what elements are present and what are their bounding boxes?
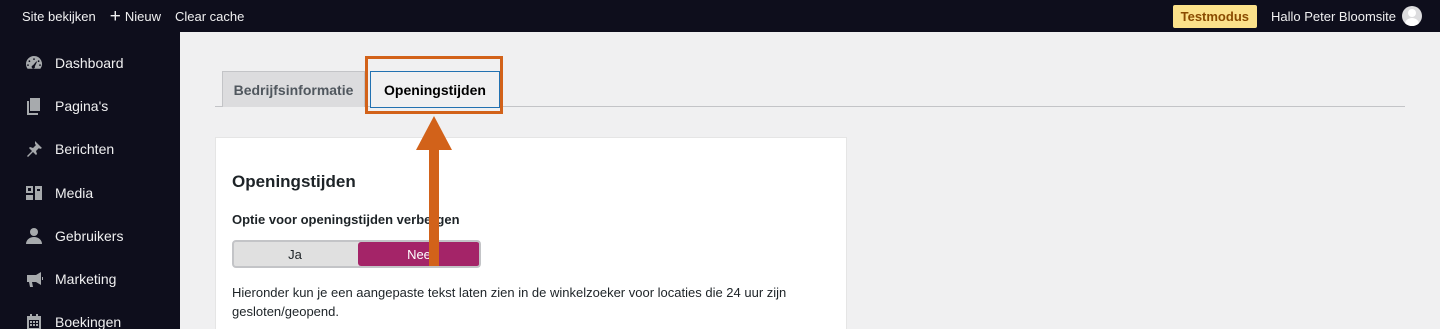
- hide-opening-hours-toggle: Ja Nee: [232, 240, 481, 268]
- admin-bar: Site bekijken + Nieuw Clear cache Testmod…: [0, 0, 1440, 32]
- tab-highlight-box: [365, 56, 503, 114]
- sidebar-item-label: Gebruikers: [55, 228, 124, 244]
- panel-description: Hieronder kun je een aangepaste tekst la…: [232, 285, 787, 319]
- pin-icon: [24, 139, 44, 159]
- toggle-option-nee[interactable]: Nee: [358, 242, 479, 266]
- avatar[interactable]: [1402, 6, 1422, 26]
- sidebar-item-label: Berichten: [55, 141, 115, 157]
- admin-sidebar: Dashboard Pagina's Berichten Media Gebru…: [0, 32, 180, 329]
- toggle-option-ja[interactable]: Ja: [234, 242, 356, 266]
- pages-icon: [24, 96, 44, 116]
- view-site-link[interactable]: Site bekijken: [15, 0, 103, 32]
- sidebar-item-bookings[interactable]: Boekingen: [0, 305, 180, 329]
- sidebar-item-label: Marketing: [55, 271, 117, 287]
- view-site-label: Site bekijken: [22, 8, 96, 24]
- user-greeting[interactable]: Hallo Peter Bloomsite: [1271, 9, 1396, 24]
- user-icon: [24, 226, 44, 246]
- megaphone-icon: [24, 269, 44, 289]
- sidebar-item-label: Pagina's: [55, 98, 109, 114]
- sidebar-item-marketing[interactable]: Marketing: [0, 262, 180, 296]
- dashboard-icon: [24, 53, 44, 73]
- opening-hours-panel: Openingstijden Optie voor openingstijden…: [215, 137, 847, 329]
- media-icon: [24, 183, 44, 203]
- sidebar-item-pages[interactable]: Pagina's: [0, 89, 180, 123]
- new-content-link[interactable]: + Nieuw: [103, 0, 168, 32]
- sidebar-item-users[interactable]: Gebruikers: [0, 219, 180, 253]
- sidebar-item-posts[interactable]: Berichten: [0, 132, 180, 166]
- sidebar-item-label: Dashboard: [55, 55, 124, 71]
- clear-cache-link[interactable]: Clear cache: [168, 0, 251, 32]
- sidebar-item-label: Boekingen: [55, 314, 122, 329]
- panel-title: Openingstijden: [232, 172, 356, 191]
- new-label: Nieuw: [124, 8, 161, 24]
- sidebar-item-label: Media: [55, 185, 94, 201]
- plus-icon: +: [109, 5, 121, 27]
- tab-bedrijfsinformatie[interactable]: Bedrijfsinformatie: [222, 71, 365, 107]
- testmode-badge[interactable]: Testmodus: [1172, 4, 1257, 28]
- clear-cache-label: Clear cache: [174, 8, 245, 24]
- sidebar-item-dashboard[interactable]: Dashboard: [0, 46, 180, 80]
- calendar-icon: [24, 312, 44, 329]
- hide-opening-hours-label: Optie voor openingstijden verbergen: [232, 212, 460, 227]
- sidebar-item-media[interactable]: Media: [0, 176, 180, 210]
